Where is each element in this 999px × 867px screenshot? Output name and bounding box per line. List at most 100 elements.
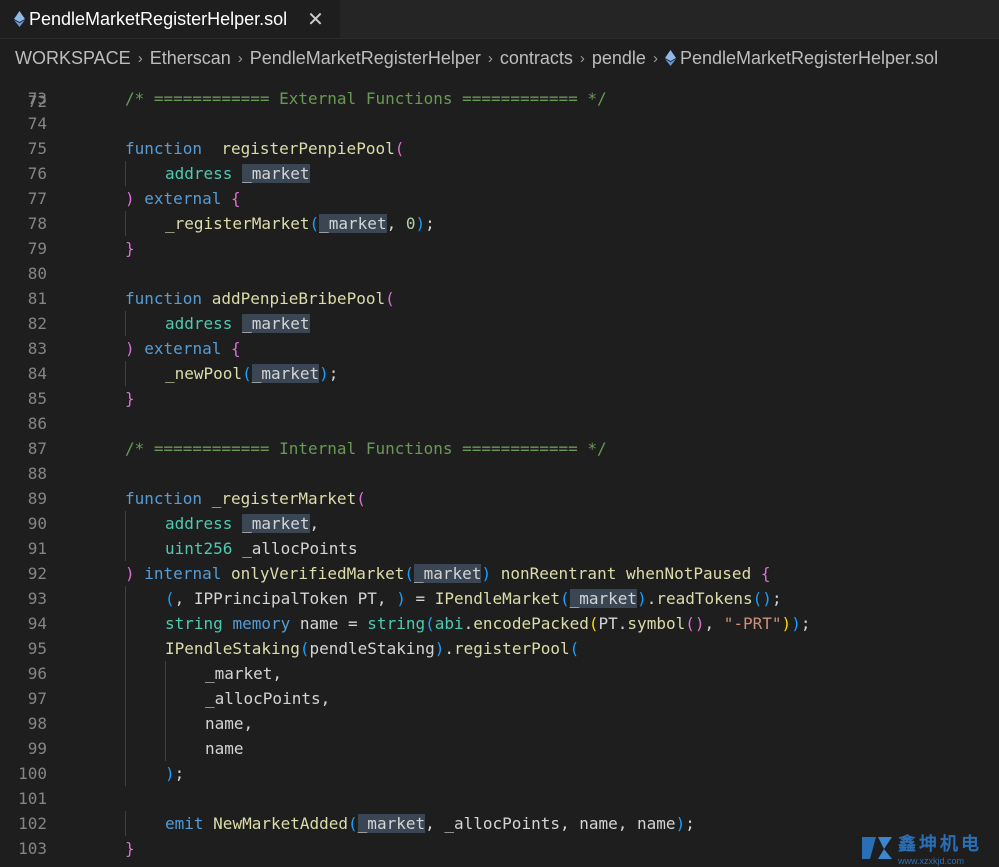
- indent-guide: [165, 686, 166, 711]
- tab-pendle-market-register-helper[interactable]: PendleMarketRegisterHelper.sol ✕: [0, 0, 340, 38]
- code-token: ): [125, 564, 135, 583]
- code-token: external: [144, 189, 222, 208]
- code-text: }: [125, 386, 135, 411]
- code-token: _market: [319, 214, 387, 233]
- breadcrumb-project[interactable]: PendleMarketRegisterHelper: [250, 48, 481, 69]
- code-token: _allocPoints: [232, 539, 358, 558]
- breadcrumb-etherscan[interactable]: Etherscan: [150, 48, 231, 69]
- line-number: 95: [27, 639, 47, 658]
- line-number: 99: [27, 739, 47, 758]
- code-token: memory: [232, 614, 291, 633]
- chevron-right-icon: ›: [652, 49, 658, 67]
- close-icon[interactable]: ✕: [307, 7, 324, 32]
- code-text: function addPenpieBribePool(: [125, 286, 395, 311]
- code-token: symbol: [627, 614, 686, 633]
- code-text: address _market,: [165, 511, 319, 536]
- ethereum-icon: [14, 11, 25, 27]
- code-text: string memory name = string(abi.encodePa…: [165, 611, 810, 636]
- indent-guide: [125, 511, 126, 536]
- line-number: 100: [18, 764, 47, 783]
- code-token: address: [165, 164, 233, 183]
- code-token: (: [588, 614, 599, 633]
- watermark-text: 鑫坤机电: [898, 833, 982, 854]
- code-token: /* ============ External Functions =====…: [125, 89, 607, 108]
- watermark: 鑫坤机电 www.xzxkjd.com: [860, 828, 999, 867]
- code-line: 91 uint256 _allocPoints: [0, 536, 999, 561]
- line-number: 101: [18, 789, 47, 808]
- code-token: uint256: [165, 539, 233, 558]
- code-token: name,: [205, 714, 254, 733]
- code-token: _market,: [205, 664, 283, 683]
- code-token: ): [165, 764, 175, 783]
- code-line: 92) internal onlyVerifiedMarket(_market)…: [0, 561, 999, 586]
- code-token: ;: [174, 764, 185, 783]
- line-number: 82: [27, 314, 47, 333]
- code-token: {: [230, 339, 241, 358]
- code-token: _market: [242, 314, 310, 333]
- code-token: name =: [290, 614, 368, 633]
- breadcrumb-file[interactable]: PendleMarketRegisterHelper.sol: [680, 48, 938, 69]
- code-token: name: [205, 739, 244, 758]
- code-token: function: [125, 489, 203, 508]
- code-text: _registerMarket(_market, 0);: [165, 211, 435, 236]
- code-text: }: [125, 836, 135, 861]
- code-text: function _registerMarket(: [125, 486, 366, 511]
- code-token: (: [165, 589, 175, 608]
- line-number: 87: [27, 439, 47, 458]
- code-token: string: [165, 614, 223, 633]
- code-token: (: [559, 589, 570, 608]
- code-token: encodePacked: [473, 614, 589, 633]
- code-token: , IPPrincipalToken PT,: [174, 589, 397, 608]
- code-line: 99 name: [0, 736, 999, 761]
- code-token: ): [415, 214, 426, 233]
- code-line: 75 function registerPenpiePool(: [0, 136, 999, 161]
- indent-guide: [125, 361, 126, 386]
- code-line: 83) external {: [0, 336, 999, 361]
- code-token: ;: [800, 614, 811, 633]
- breadcrumb-pendle[interactable]: pendle: [592, 48, 646, 69]
- line-number: 85: [27, 389, 47, 408]
- breadcrumb-contracts[interactable]: contracts: [500, 48, 573, 69]
- line-number: 83: [27, 339, 47, 358]
- line-number: 75: [27, 139, 47, 158]
- breadcrumb-workspace[interactable]: WORKSPACE: [15, 48, 131, 69]
- code-line: 81 function addPenpieBribePool(: [0, 286, 999, 311]
- indent-guide: [165, 736, 166, 761]
- code-text: uint256 _allocPoints: [165, 536, 358, 561]
- code-token: _market: [242, 164, 310, 183]
- code-token: (: [569, 639, 580, 658]
- chevron-right-icon: ›: [137, 49, 143, 67]
- code-editor[interactable]: 72 73/* ============ External Functions …: [0, 78, 999, 867]
- code-token: pendleStaking: [309, 639, 435, 658]
- code-line: 102 emit NewMarketAdded(_market, _allocPo…: [0, 811, 999, 836]
- code-token: external: [144, 339, 222, 358]
- code-line: 96 _market,: [0, 661, 999, 686]
- watermark-logo: [862, 836, 892, 859]
- code-token: (): [685, 614, 705, 633]
- code-token: (: [309, 214, 320, 233]
- code-line: 103}: [0, 836, 999, 861]
- code-token: }: [125, 839, 135, 858]
- code-token: }: [125, 389, 135, 408]
- code-token: }: [125, 239, 135, 258]
- line-number: 103: [18, 839, 47, 858]
- code-line: 78 _registerMarket(_market, 0);: [0, 211, 999, 236]
- code-token: _market: [357, 814, 426, 833]
- code-token: (: [385, 289, 395, 308]
- line-number: 96: [27, 664, 47, 683]
- code-token: onlyVerifiedMarket: [230, 564, 405, 583]
- chevron-right-icon: ›: [237, 49, 243, 67]
- code-text: ) external {: [125, 186, 241, 211]
- code-token: PT.: [598, 614, 628, 633]
- code-token: ): [637, 589, 647, 608]
- line-number: 81: [27, 289, 47, 308]
- line-number: 89: [27, 489, 47, 508]
- code-line: 101: [0, 786, 999, 811]
